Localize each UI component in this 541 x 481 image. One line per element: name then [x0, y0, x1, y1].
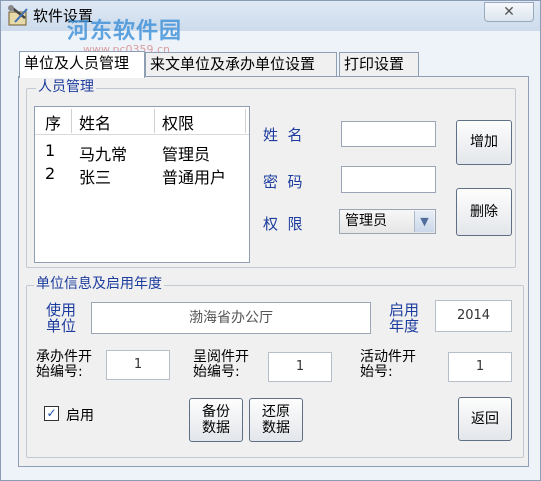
- list-header: 序 姓名 权限: [35, 107, 249, 135]
- incoming-start-label: 承办件开 始编号:: [36, 349, 92, 380]
- col-divider[interactable]: [71, 109, 72, 133]
- year-label: 启用 年度: [389, 301, 420, 335]
- delete-button[interactable]: 删除: [456, 188, 512, 236]
- row-no: 2: [45, 164, 56, 183]
- row-no: 1: [45, 141, 56, 160]
- start-year-field[interactable]: 2014: [435, 300, 512, 332]
- activity-start-label: 活动件开 始号:: [360, 349, 416, 380]
- row-name: 张三: [79, 168, 112, 187]
- incoming-start-number[interactable]: 1: [106, 350, 170, 380]
- unit-name-field[interactable]: 渤海省办公厅: [91, 302, 371, 334]
- name-label: 姓 名: [263, 126, 303, 144]
- tab-incoming-units[interactable]: 来文单位及承办单位设置: [145, 52, 337, 77]
- permission-label: 权 限: [263, 215, 303, 233]
- row-role: 普通用户: [162, 168, 227, 187]
- tab-print-settings[interactable]: 打印设置: [339, 52, 419, 77]
- watermark-logo: 河东软件园: [67, 19, 183, 44]
- col-divider[interactable]: [245, 109, 246, 133]
- name-input[interactable]: [341, 121, 436, 147]
- list-item[interactable]: 1 马九常 管理员: [35, 139, 249, 164]
- restore-data-button[interactable]: 还原 数据: [249, 398, 303, 442]
- permission-selected-value: 管理员: [345, 213, 387, 229]
- col-header-no[interactable]: 序: [45, 110, 61, 134]
- col-divider[interactable]: [154, 109, 155, 133]
- list-item[interactable]: 2 张三 普通用户: [35, 162, 249, 187]
- back-button[interactable]: 返回: [458, 397, 512, 441]
- settings-app-icon: [8, 5, 28, 26]
- password-label: 密 码: [263, 173, 303, 191]
- chevron-down-icon[interactable]: ▼: [414, 211, 434, 232]
- review-start-number[interactable]: 1: [268, 352, 332, 382]
- activity-start-number[interactable]: 1: [448, 352, 512, 382]
- add-button[interactable]: 增加: [456, 120, 512, 165]
- personnel-list[interactable]: 序 姓名 权限 1 马九常 管理员 2 张三 普通用户: [34, 106, 250, 263]
- unit-info-group-title: 单位信息及启用年度: [34, 276, 164, 292]
- enable-label: 启用: [66, 408, 94, 424]
- password-input[interactable]: [341, 166, 436, 193]
- col-header-role[interactable]: 权限: [162, 110, 194, 134]
- unit-label: 使用 单位: [46, 301, 77, 335]
- col-header-name[interactable]: 姓名: [79, 110, 111, 134]
- backup-data-button[interactable]: 备份 数据: [189, 398, 243, 442]
- permission-select[interactable]: 管理员 ▼: [339, 209, 436, 234]
- close-button[interactable]: ✕: [484, 2, 534, 22]
- tab-unit-and-personnel[interactable]: 单位及人员管理: [19, 51, 145, 78]
- review-start-label: 呈阅件开 始编号:: [193, 349, 249, 380]
- personnel-group-title: 人员管理: [36, 79, 96, 95]
- enable-checkbox[interactable]: ✓: [44, 406, 59, 421]
